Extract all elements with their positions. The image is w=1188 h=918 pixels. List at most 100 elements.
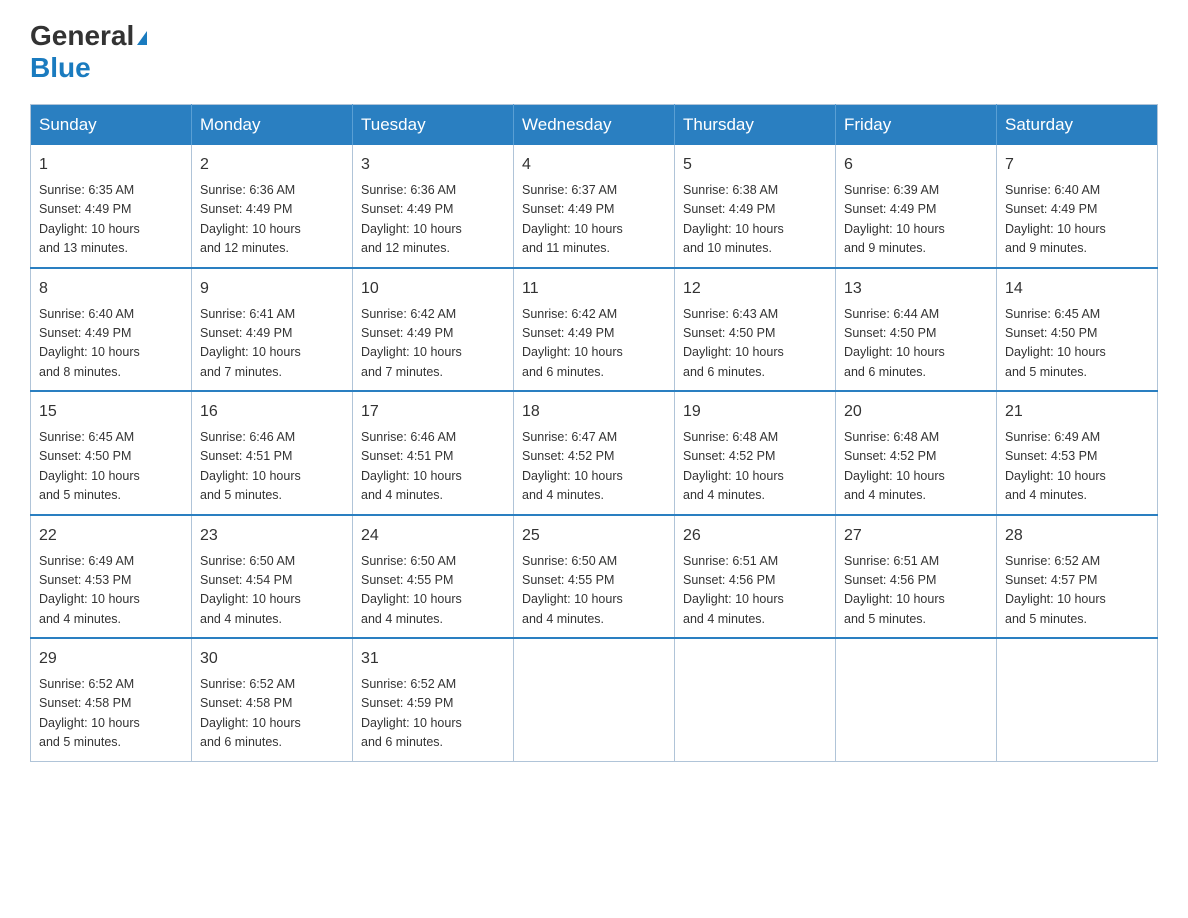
- day-number: 29: [39, 647, 183, 671]
- day-number: 10: [361, 277, 505, 301]
- calendar-cell: 15 Sunrise: 6:45 AMSunset: 4:50 PMDaylig…: [31, 391, 192, 515]
- day-info: Sunrise: 6:43 AMSunset: 4:50 PMDaylight:…: [683, 305, 827, 383]
- day-info: Sunrise: 6:41 AMSunset: 4:49 PMDaylight:…: [200, 305, 344, 383]
- calendar-cell: 13 Sunrise: 6:44 AMSunset: 4:50 PMDaylig…: [836, 268, 997, 392]
- day-info: Sunrise: 6:49 AMSunset: 4:53 PMDaylight:…: [39, 552, 183, 630]
- day-info: Sunrise: 6:50 AMSunset: 4:54 PMDaylight:…: [200, 552, 344, 630]
- week-row-1: 1 Sunrise: 6:35 AMSunset: 4:49 PMDayligh…: [31, 145, 1158, 268]
- calendar-cell: 10 Sunrise: 6:42 AMSunset: 4:49 PMDaylig…: [353, 268, 514, 392]
- day-info: Sunrise: 6:47 AMSunset: 4:52 PMDaylight:…: [522, 428, 666, 506]
- day-info: Sunrise: 6:52 AMSunset: 4:59 PMDaylight:…: [361, 675, 505, 753]
- day-number: 2: [200, 153, 344, 177]
- day-info: Sunrise: 6:48 AMSunset: 4:52 PMDaylight:…: [683, 428, 827, 506]
- week-row-4: 22 Sunrise: 6:49 AMSunset: 4:53 PMDaylig…: [31, 515, 1158, 639]
- calendar-cell: [514, 638, 675, 761]
- calendar-cell: 2 Sunrise: 6:36 AMSunset: 4:49 PMDayligh…: [192, 145, 353, 268]
- weekday-header-wednesday: Wednesday: [514, 105, 675, 146]
- calendar-cell: 12 Sunrise: 6:43 AMSunset: 4:50 PMDaylig…: [675, 268, 836, 392]
- calendar-cell: 26 Sunrise: 6:51 AMSunset: 4:56 PMDaylig…: [675, 515, 836, 639]
- day-number: 31: [361, 647, 505, 671]
- calendar-cell: 25 Sunrise: 6:50 AMSunset: 4:55 PMDaylig…: [514, 515, 675, 639]
- weekday-header-friday: Friday: [836, 105, 997, 146]
- calendar-cell: 1 Sunrise: 6:35 AMSunset: 4:49 PMDayligh…: [31, 145, 192, 268]
- day-info: Sunrise: 6:36 AMSunset: 4:49 PMDaylight:…: [200, 181, 344, 259]
- calendar-header: SundayMondayTuesdayWednesdayThursdayFrid…: [31, 105, 1158, 146]
- calendar-cell: 6 Sunrise: 6:39 AMSunset: 4:49 PMDayligh…: [836, 145, 997, 268]
- weekday-header-sunday: Sunday: [31, 105, 192, 146]
- calendar-cell: 21 Sunrise: 6:49 AMSunset: 4:53 PMDaylig…: [997, 391, 1158, 515]
- day-number: 28: [1005, 524, 1149, 548]
- weekday-header-monday: Monday: [192, 105, 353, 146]
- day-number: 24: [361, 524, 505, 548]
- calendar-cell: 22 Sunrise: 6:49 AMSunset: 4:53 PMDaylig…: [31, 515, 192, 639]
- day-number: 1: [39, 153, 183, 177]
- page-header: General Blue: [30, 20, 1158, 84]
- day-info: Sunrise: 6:42 AMSunset: 4:49 PMDaylight:…: [361, 305, 505, 383]
- day-info: Sunrise: 6:35 AMSunset: 4:49 PMDaylight:…: [39, 181, 183, 259]
- day-number: 15: [39, 400, 183, 424]
- calendar-cell: [675, 638, 836, 761]
- week-row-3: 15 Sunrise: 6:45 AMSunset: 4:50 PMDaylig…: [31, 391, 1158, 515]
- day-info: Sunrise: 6:40 AMSunset: 4:49 PMDaylight:…: [39, 305, 183, 383]
- calendar-cell: 30 Sunrise: 6:52 AMSunset: 4:58 PMDaylig…: [192, 638, 353, 761]
- calendar-cell: 29 Sunrise: 6:52 AMSunset: 4:58 PMDaylig…: [31, 638, 192, 761]
- day-info: Sunrise: 6:46 AMSunset: 4:51 PMDaylight:…: [200, 428, 344, 506]
- calendar-cell: 20 Sunrise: 6:48 AMSunset: 4:52 PMDaylig…: [836, 391, 997, 515]
- day-number: 12: [683, 277, 827, 301]
- calendar-cell: 19 Sunrise: 6:48 AMSunset: 4:52 PMDaylig…: [675, 391, 836, 515]
- day-number: 27: [844, 524, 988, 548]
- weekday-header-saturday: Saturday: [997, 105, 1158, 146]
- day-info: Sunrise: 6:36 AMSunset: 4:49 PMDaylight:…: [361, 181, 505, 259]
- logo-text: General Blue: [30, 20, 147, 84]
- calendar-cell: 5 Sunrise: 6:38 AMSunset: 4:49 PMDayligh…: [675, 145, 836, 268]
- day-number: 8: [39, 277, 183, 301]
- weekday-header-thursday: Thursday: [675, 105, 836, 146]
- day-info: Sunrise: 6:48 AMSunset: 4:52 PMDaylight:…: [844, 428, 988, 506]
- day-info: Sunrise: 6:45 AMSunset: 4:50 PMDaylight:…: [39, 428, 183, 506]
- calendar-cell: 7 Sunrise: 6:40 AMSunset: 4:49 PMDayligh…: [997, 145, 1158, 268]
- day-info: Sunrise: 6:51 AMSunset: 4:56 PMDaylight:…: [844, 552, 988, 630]
- day-number: 5: [683, 153, 827, 177]
- day-number: 25: [522, 524, 666, 548]
- day-info: Sunrise: 6:52 AMSunset: 4:58 PMDaylight:…: [39, 675, 183, 753]
- weekday-header-tuesday: Tuesday: [353, 105, 514, 146]
- day-info: Sunrise: 6:39 AMSunset: 4:49 PMDaylight:…: [844, 181, 988, 259]
- day-info: Sunrise: 6:44 AMSunset: 4:50 PMDaylight:…: [844, 305, 988, 383]
- calendar-cell: 23 Sunrise: 6:50 AMSunset: 4:54 PMDaylig…: [192, 515, 353, 639]
- day-number: 13: [844, 277, 988, 301]
- day-number: 19: [683, 400, 827, 424]
- day-info: Sunrise: 6:50 AMSunset: 4:55 PMDaylight:…: [522, 552, 666, 630]
- calendar-cell: 11 Sunrise: 6:42 AMSunset: 4:49 PMDaylig…: [514, 268, 675, 392]
- day-info: Sunrise: 6:37 AMSunset: 4:49 PMDaylight:…: [522, 181, 666, 259]
- calendar-table: SundayMondayTuesdayWednesdayThursdayFrid…: [30, 104, 1158, 762]
- day-info: Sunrise: 6:51 AMSunset: 4:56 PMDaylight:…: [683, 552, 827, 630]
- calendar-cell: [997, 638, 1158, 761]
- calendar-cell: 16 Sunrise: 6:46 AMSunset: 4:51 PMDaylig…: [192, 391, 353, 515]
- day-number: 23: [200, 524, 344, 548]
- day-info: Sunrise: 6:49 AMSunset: 4:53 PMDaylight:…: [1005, 428, 1149, 506]
- day-info: Sunrise: 6:45 AMSunset: 4:50 PMDaylight:…: [1005, 305, 1149, 383]
- day-number: 18: [522, 400, 666, 424]
- calendar-cell: 14 Sunrise: 6:45 AMSunset: 4:50 PMDaylig…: [997, 268, 1158, 392]
- day-number: 7: [1005, 153, 1149, 177]
- day-number: 3: [361, 153, 505, 177]
- logo: General Blue: [30, 20, 147, 84]
- day-number: 22: [39, 524, 183, 548]
- day-number: 21: [1005, 400, 1149, 424]
- week-row-2: 8 Sunrise: 6:40 AMSunset: 4:49 PMDayligh…: [31, 268, 1158, 392]
- day-number: 26: [683, 524, 827, 548]
- day-number: 11: [522, 277, 666, 301]
- calendar-cell: 24 Sunrise: 6:50 AMSunset: 4:55 PMDaylig…: [353, 515, 514, 639]
- day-number: 4: [522, 153, 666, 177]
- day-info: Sunrise: 6:50 AMSunset: 4:55 PMDaylight:…: [361, 552, 505, 630]
- calendar-cell: [836, 638, 997, 761]
- calendar-cell: 9 Sunrise: 6:41 AMSunset: 4:49 PMDayligh…: [192, 268, 353, 392]
- logo-triangle-icon: [137, 31, 147, 45]
- day-number: 16: [200, 400, 344, 424]
- calendar-cell: 17 Sunrise: 6:46 AMSunset: 4:51 PMDaylig…: [353, 391, 514, 515]
- day-number: 17: [361, 400, 505, 424]
- calendar-body: 1 Sunrise: 6:35 AMSunset: 4:49 PMDayligh…: [31, 145, 1158, 761]
- day-info: Sunrise: 6:40 AMSunset: 4:49 PMDaylight:…: [1005, 181, 1149, 259]
- logo-general: General: [30, 20, 134, 51]
- day-info: Sunrise: 6:38 AMSunset: 4:49 PMDaylight:…: [683, 181, 827, 259]
